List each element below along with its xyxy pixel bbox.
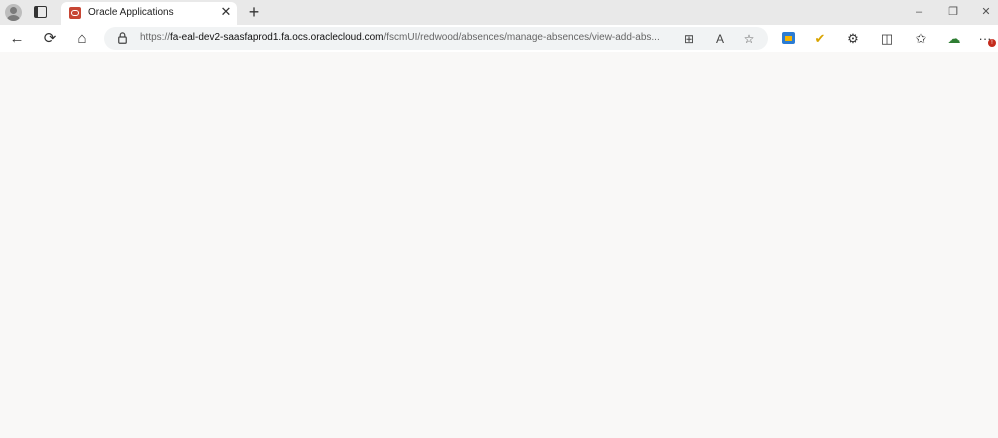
close-window-button[interactable]: ✕: [972, 3, 998, 21]
split-screen-icon[interactable]: ◫: [877, 29, 897, 49]
url-path: /fscmUI/redwood/absences/manage-absences…: [383, 32, 660, 43]
checkmark-extension-icon[interactable]: ✔: [810, 29, 830, 49]
tab-title: Oracle Applications: [88, 7, 174, 18]
page-content: [0, 52, 998, 438]
extensions-icon[interactable]: ⚙: [843, 29, 863, 49]
lock-icon[interactable]: [118, 32, 127, 44]
url-text[interactable]: https://fa-eal-dev2-saasfaprod1.fa.ocs.o…: [140, 32, 660, 43]
collections-icon[interactable]: ☁: [944, 29, 964, 49]
url-scheme: https://: [140, 32, 171, 43]
url-host: fa-eal-dev2-saasfaprod1.fa.ocs.oracleclo…: [170, 32, 384, 43]
tab-strip: Oracle Applications ✕ + – ❐ ✕: [0, 0, 998, 25]
favorites-icon[interactable]: ✩: [911, 29, 931, 49]
browser-toolbar: ← ⟳ ⌂ https://fa-eal-dev2-saasfaprod1.fa…: [0, 25, 998, 52]
refresh-button[interactable]: ⟳: [39, 28, 61, 50]
minimize-button[interactable]: –: [905, 3, 933, 21]
favorite-star-icon[interactable]: ☆: [740, 30, 758, 48]
extension-app-icon[interactable]: [782, 32, 795, 44]
home-button[interactable]: ⌂: [71, 28, 93, 50]
restore-button[interactable]: ❐: [939, 3, 967, 21]
tab-close-icon[interactable]: ✕: [219, 5, 233, 19]
oracle-favicon-icon: [69, 7, 81, 19]
profile-avatar[interactable]: [5, 4, 22, 21]
tab-oracle-applications[interactable]: Oracle Applications ✕: [61, 2, 237, 25]
read-aloud-icon[interactable]: A: [711, 30, 729, 48]
notification-badge: !: [988, 39, 996, 47]
address-bar[interactable]: https://fa-eal-dev2-saasfaprod1.fa.ocs.o…: [104, 27, 768, 50]
tab-actions-icon[interactable]: [34, 6, 47, 18]
immersive-reader-icon[interactable]: ⊞: [680, 30, 698, 48]
new-tab-button[interactable]: +: [245, 3, 263, 21]
back-button[interactable]: ←: [6, 28, 28, 50]
